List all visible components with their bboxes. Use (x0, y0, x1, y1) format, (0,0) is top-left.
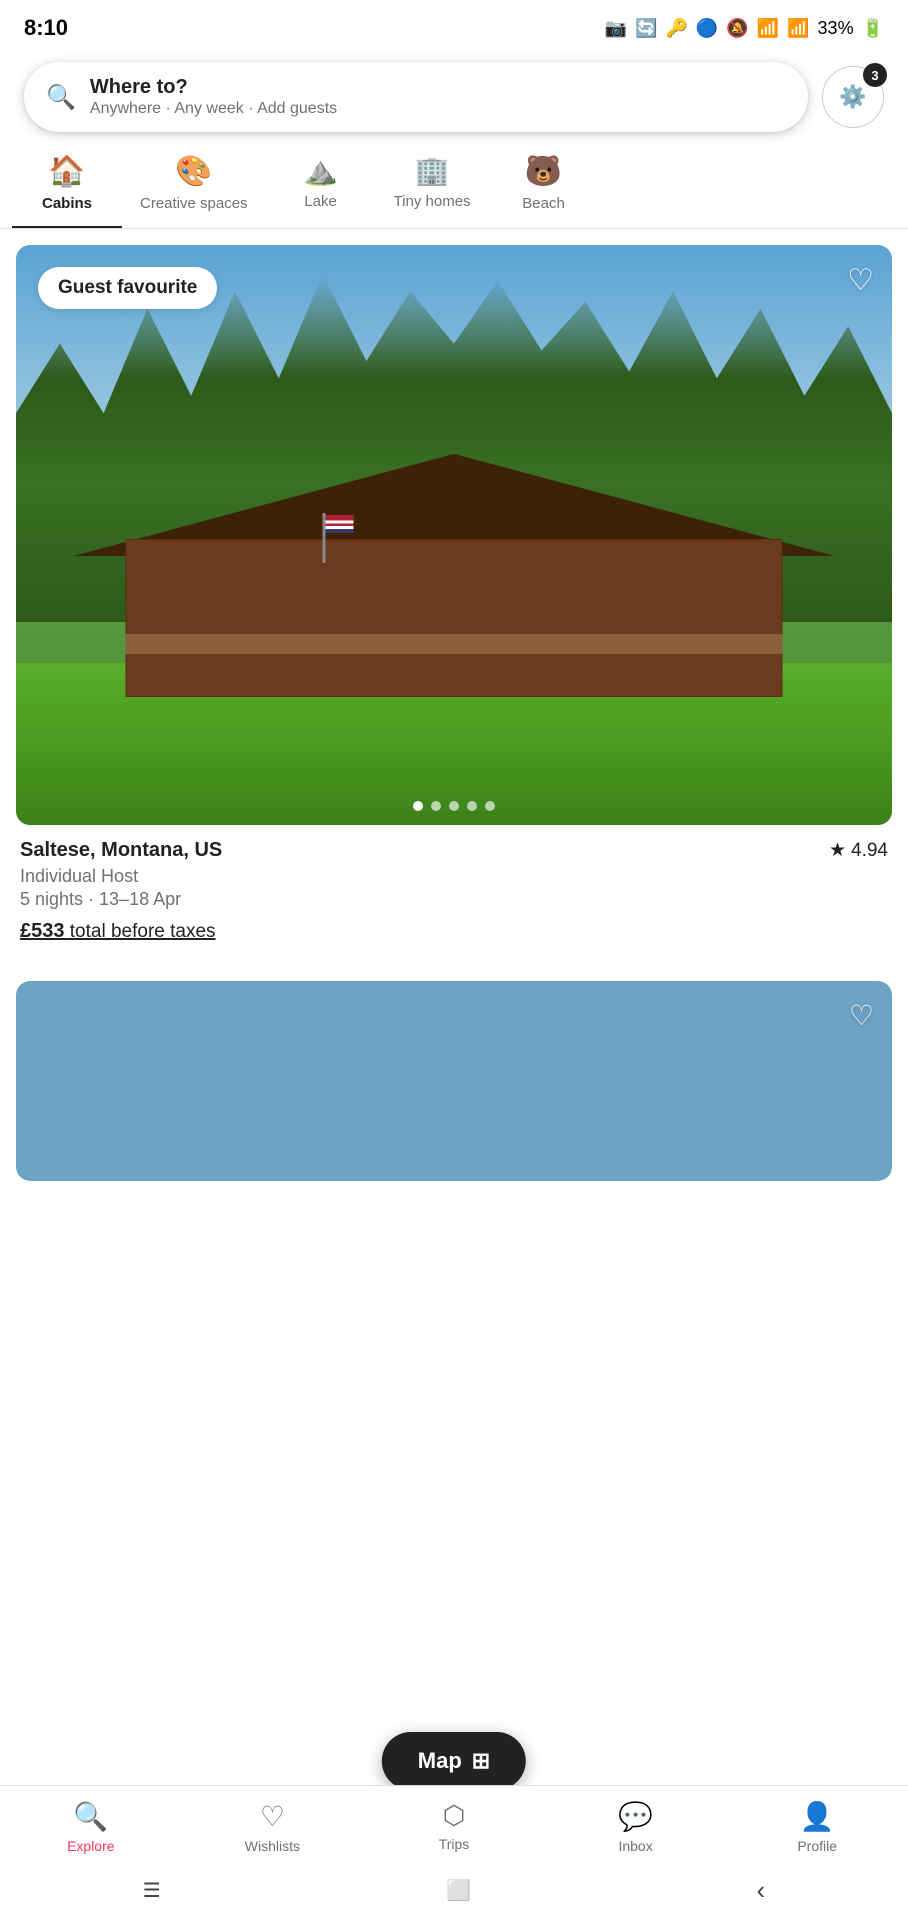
price-value: £533 total before taxes (20, 920, 216, 942)
wishlist-button[interactable]: ♡ (847, 263, 874, 298)
map-button[interactable]: Map ⊞ (382, 1732, 526, 1790)
trips-label: Trips (439, 1836, 470, 1852)
map-button-wrap: Map ⊞ (382, 1732, 526, 1790)
category-tabs: 🏠 Cabins 🎨 Creative spaces ⛰️ Lake 🏢 Tin… (0, 142, 908, 229)
search-bar[interactable]: 🔍 Where to? Anywhere · Any week · Add gu… (24, 62, 808, 132)
wifi-icon: 📶 (757, 18, 779, 39)
nav-trips[interactable]: ⬡ Trips (404, 1800, 504, 1852)
beach-icon: 🐻 (525, 154, 562, 189)
nav-profile[interactable]: 👤 Profile (767, 1800, 867, 1854)
filter-button[interactable]: ⚙️ 3 (822, 66, 884, 128)
listing-dates: 5 nights · 13–18 Apr (20, 889, 888, 910)
android-back-button[interactable]: ‹ (733, 1867, 790, 1914)
profile-icon: 👤 (800, 1800, 835, 1833)
cabins-label: Cabins (42, 195, 92, 212)
listing-image: Guest favourite ♡ (16, 245, 892, 825)
rating-value: 4.94 (851, 840, 888, 862)
star-icon: ★ (829, 839, 846, 862)
search-section: 🔍 Where to? Anywhere · Any week · Add gu… (0, 52, 908, 142)
lake-label: Lake (304, 193, 337, 210)
inbox-icon: 💬 (618, 1800, 653, 1833)
listing-info: Saltese, Montana, US ★ 4.94 Individual H… (16, 825, 892, 953)
android-home-button[interactable]: ⬜ (422, 1870, 495, 1911)
nav-inbox[interactable]: 💬 Inbox (586, 1800, 686, 1854)
status-time: 8:10 (24, 15, 68, 41)
tab-cabins[interactable]: 🏠 Cabins (12, 142, 122, 228)
dot-1 (413, 801, 423, 811)
profile-label: Profile (797, 1838, 837, 1854)
bluetooth-icon: 🔵 (696, 18, 718, 39)
explore-icon: 🔍 (73, 1800, 108, 1833)
trips-icon: ⬡ (443, 1800, 466, 1831)
dot-2 (431, 801, 441, 811)
home-square-icon: ⬜ (446, 1880, 471, 1902)
listing-card-2[interactable]: ♡ (16, 981, 892, 1181)
camera-icon: 📷 (605, 18, 627, 39)
mute-icon: 🔕 (726, 18, 748, 39)
cabin-photo (16, 245, 892, 825)
listing-host: Individual Host (20, 866, 888, 887)
listing-location: Saltese, Montana, US (20, 839, 222, 862)
search-sub-text: Anywhere · Any week · Add guests (90, 100, 337, 118)
image-dots (413, 801, 495, 811)
listing-rating: ★ 4.94 (829, 839, 888, 862)
wishlist-button-2[interactable]: ♡ (849, 999, 874, 1032)
menu-icon: ☰ (143, 1880, 161, 1902)
signal-icon: 📶 (787, 18, 809, 39)
wishlists-label: Wishlists (245, 1838, 300, 1854)
explore-label: Explore (67, 1838, 114, 1854)
battery-icon: 🔋 (862, 18, 884, 39)
android-nav-bar: ☰ ⬜ ‹ (0, 1864, 908, 1920)
tab-beach[interactable]: 🐻 Beach (489, 142, 599, 226)
android-menu-button[interactable]: ☰ (119, 1870, 185, 1911)
nfc-icon: 🔄 (635, 18, 657, 39)
listing-card[interactable]: Guest favourite ♡ Saltese, Montana, US ★… (16, 245, 892, 953)
search-icon: 🔍 (46, 83, 76, 112)
creative-spaces-label: Creative spaces (140, 195, 248, 212)
filter-icon: ⚙️ (839, 84, 866, 110)
lake-icon: ⛰️ (303, 154, 338, 187)
status-icons: 📷 🔄 🔑 🔵 🔕 📶 📶 33% 🔋 (605, 18, 884, 39)
listing-title-row: Saltese, Montana, US ★ 4.94 (20, 839, 888, 862)
listing-image-2: ♡ (16, 981, 892, 1181)
cabins-icon: 🏠 (48, 154, 85, 189)
back-icon: ‹ (757, 1875, 766, 1905)
beach-label: Beach (522, 195, 565, 212)
dot-5 (485, 801, 495, 811)
tab-tiny-homes[interactable]: 🏢 Tiny homes (376, 142, 489, 224)
status-bar: 8:10 📷 🔄 🔑 🔵 🔕 📶 📶 33% 🔋 (0, 0, 908, 52)
map-icon: ⊞ (472, 1748, 490, 1774)
battery-text: 33% (818, 18, 854, 39)
filter-badge: 3 (863, 63, 887, 87)
tab-creative-spaces[interactable]: 🎨 Creative spaces (122, 142, 266, 226)
creative-spaces-icon: 🎨 (175, 154, 212, 189)
search-main-text: Where to? (90, 76, 337, 99)
nav-explore[interactable]: 🔍 Explore (41, 1800, 141, 1854)
tab-lake[interactable]: ⛰️ Lake (266, 142, 376, 224)
listings-container: Guest favourite ♡ Saltese, Montana, US ★… (0, 229, 908, 1181)
map-label: Map (418, 1748, 462, 1774)
guest-favourite-badge: Guest favourite (38, 267, 217, 309)
nav-wishlists[interactable]: ♡ Wishlists (222, 1800, 322, 1854)
wishlists-icon: ♡ (260, 1800, 285, 1833)
dot-3 (449, 801, 459, 811)
listing-price: £533 total before taxes (20, 920, 888, 943)
dot-4 (467, 801, 477, 811)
tiny-homes-icon: 🏢 (415, 154, 450, 187)
inbox-label: Inbox (618, 1838, 652, 1854)
bottom-nav: 🔍 Explore ♡ Wishlists ⬡ Trips 💬 Inbox 👤 … (0, 1785, 908, 1864)
key-icon: 🔑 (665, 18, 687, 39)
tiny-homes-label: Tiny homes (394, 193, 471, 210)
